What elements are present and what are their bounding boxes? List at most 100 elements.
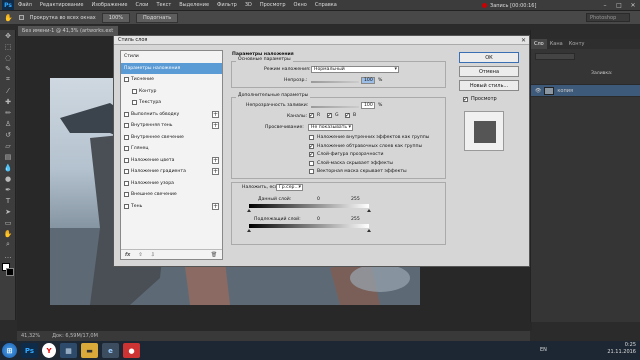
zoom-level[interactable]: 41,32% <box>21 333 40 339</box>
channel-b[interactable]: B <box>345 112 356 119</box>
maximize-icon[interactable]: □ <box>612 0 626 10</box>
style-checkbox[interactable] <box>124 134 129 140</box>
preview-checkbox[interactable]: Просмотр <box>463 96 497 103</box>
taskbar-folder-icon[interactable]: ▬ <box>81 343 98 358</box>
language-indicator[interactable]: EN <box>540 347 547 353</box>
style-item[interactable]: Текстура <box>121 97 222 109</box>
knockout-select[interactable]: Не показывать <box>308 124 353 131</box>
advanced-option-checkbox[interactable] <box>309 135 314 140</box>
style-item[interactable]: Выполнить обводку + <box>121 109 222 121</box>
fit-screen-button[interactable]: Подогнать <box>136 12 179 23</box>
lasso-tool-icon[interactable]: ◌ <box>0 52 16 63</box>
minimize-icon[interactable]: – <box>598 0 612 10</box>
eyedropper-tool-icon[interactable]: ⁄ <box>0 85 16 96</box>
style-checkbox[interactable] <box>132 100 137 106</box>
styles-header[interactable]: Стили <box>121 51 222 63</box>
menu-image[interactable]: Изображение <box>87 2 131 8</box>
start-button[interactable]: ⊞ <box>2 343 17 358</box>
menu-filter[interactable]: Фильтр <box>213 2 241 8</box>
style-checkbox[interactable] <box>124 146 129 152</box>
tab-channels[interactable]: Кана <box>547 39 566 49</box>
blur-tool-icon[interactable]: 💧 <box>0 162 16 173</box>
layer-filter[interactable] <box>535 53 575 60</box>
dodge-tool-icon[interactable]: ● <box>0 173 16 184</box>
zoom-tool-icon[interactable]: ⌕ <box>0 239 16 250</box>
add-style-icon[interactable]: + <box>212 156 219 164</box>
healing-tool-icon[interactable]: ✚ <box>0 96 16 107</box>
menu-file[interactable]: Файл <box>14 2 36 8</box>
fill-opacity-slider[interactable] <box>311 106 359 108</box>
style-item[interactable]: Глянец <box>121 143 222 155</box>
fx-icon[interactable]: fx <box>125 252 130 258</box>
style-item[interactable]: Тень + <box>121 201 222 213</box>
style-item[interactable]: Наложение цвета + <box>121 155 222 167</box>
blend-mode-select[interactable]: Нормальный <box>311 66 399 73</box>
style-checkbox[interactable] <box>124 180 129 186</box>
add-style-icon[interactable]: + <box>212 122 219 129</box>
color-swatches[interactable] <box>0 261 15 283</box>
style-item[interactable]: Внешнее свечение <box>121 189 222 201</box>
style-item[interactable]: Наложение узора <box>121 178 222 190</box>
style-checkbox[interactable] <box>124 77 129 83</box>
taskbar-browser-icon[interactable]: e <box>102 343 119 358</box>
path-select-tool-icon[interactable]: ➤ <box>0 206 16 217</box>
opacity-slider[interactable] <box>311 81 359 83</box>
channel-r[interactable]: R <box>309 112 320 119</box>
taskbar-photoshop-icon[interactable]: Ps <box>21 343 38 358</box>
menu-3d[interactable]: 3D <box>241 2 256 8</box>
style-item[interactable]: Наложение градиента + <box>121 166 222 178</box>
taskbar-recorder-icon[interactable]: ● <box>123 343 140 358</box>
layer-row[interactable]: 👁 копия <box>531 85 640 97</box>
add-style-icon[interactable]: + <box>212 168 219 175</box>
add-style-icon[interactable]: + <box>212 202 219 210</box>
quick-select-tool-icon[interactable]: ✎ <box>0 63 16 74</box>
advanced-option-checkbox[interactable] <box>309 160 314 166</box>
tab-layers[interactable]: Сло <box>531 39 547 49</box>
style-checkbox[interactable] <box>124 157 129 163</box>
crop-tool-icon[interactable]: ⌗ <box>0 74 16 85</box>
shape-tool-icon[interactable]: ▭ <box>0 217 16 228</box>
style-checkbox[interactable] <box>124 111 129 117</box>
style-item[interactable]: Внутренняя тень + <box>121 120 222 132</box>
document-tab[interactable]: Без имени-1 @ 41,3% (artworks.ext <box>18 26 118 36</box>
menu-edit[interactable]: Редактирование <box>36 2 88 8</box>
more-tools-icon[interactable]: … <box>0 250 16 261</box>
style-checkbox[interactable] <box>124 169 129 175</box>
hand-tool-icon[interactable]: ✋ <box>0 228 16 239</box>
scroll-all-checkbox[interactable] <box>18 15 24 20</box>
add-style-icon[interactable]: + <box>212 110 219 118</box>
ok-button[interactable]: ОК <box>459 52 519 63</box>
advanced-option-checkbox[interactable] <box>309 151 314 158</box>
cancel-button[interactable]: Отмена <box>459 66 519 77</box>
history-brush-tool-icon[interactable]: ↺ <box>0 129 16 140</box>
style-item[interactable]: Контур <box>121 86 222 98</box>
fill-opacity-input[interactable]: 100 <box>361 102 375 109</box>
search-input[interactable]: Photoshop <box>586 13 630 22</box>
advanced-option[interactable]: Наложение обтравочных слоев как группы <box>309 143 422 150</box>
style-checkbox[interactable] <box>124 203 129 209</box>
this-layer-white-handle[interactable] <box>367 209 371 212</box>
advanced-option[interactable]: Слой-маска скрывает эффекты <box>309 160 393 166</box>
menu-window[interactable]: Окно <box>290 2 311 8</box>
taskbar-app-icon[interactable]: ▦ <box>60 343 77 358</box>
style-item[interactable]: Параметры наложения <box>121 62 222 74</box>
style-checkbox[interactable] <box>132 88 137 94</box>
zoom-100-button[interactable]: 100% <box>101 12 131 23</box>
move-tool-icon[interactable]: ✥ <box>0 30 16 41</box>
style-checkbox[interactable] <box>124 123 129 129</box>
style-item[interactable]: Тиснение <box>121 74 222 86</box>
opacity-input[interactable]: 100 <box>361 77 375 84</box>
style-checkbox[interactable] <box>124 192 129 198</box>
tab-paths[interactable]: Конту <box>566 39 588 49</box>
new-style-button[interactable]: Новый стиль... <box>459 80 519 91</box>
move-up-icon[interactable]: ⇧ <box>138 252 142 258</box>
advanced-option-checkbox[interactable] <box>309 143 314 150</box>
menu-view[interactable]: Просмотр <box>256 2 290 8</box>
advanced-option-checkbox[interactable] <box>309 169 314 174</box>
advanced-option[interactable]: Векторная маска скрывает эффекты <box>309 169 407 174</box>
blend-if-select[interactable]: Гр.сер... <box>276 184 303 191</box>
move-down-icon[interactable]: ⇩ <box>151 252 155 258</box>
advanced-option[interactable]: Наложение внутренних эффектов как группы <box>309 135 429 140</box>
trash-icon[interactable]: 🗑 <box>211 252 217 258</box>
type-tool-icon[interactable]: T <box>0 195 16 206</box>
